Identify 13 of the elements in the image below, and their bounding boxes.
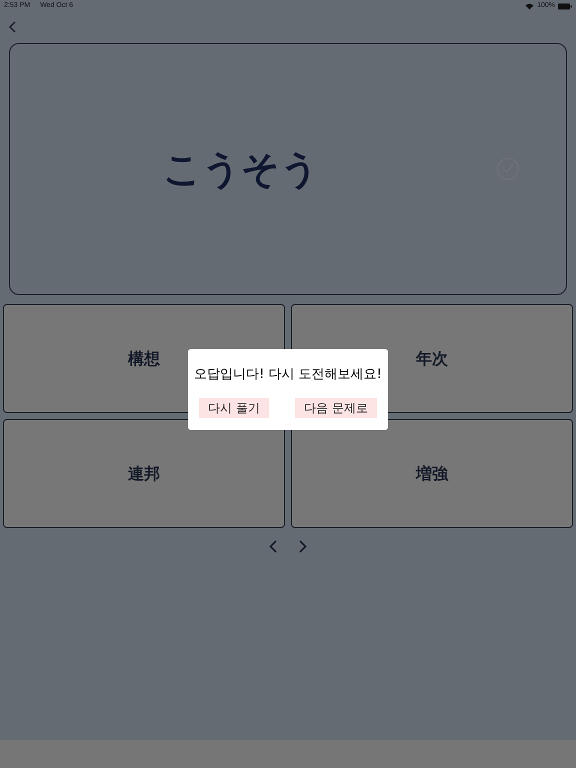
- right-chevron-icon: [299, 540, 307, 552]
- reading-text: こうそう: [163, 146, 319, 192]
- back-button[interactable]: [8, 20, 18, 34]
- left-chevron-icon: [269, 540, 277, 552]
- wifi-icon: [525, 2, 534, 10]
- choice-button[interactable]: 連邦: [3, 419, 285, 528]
- previous-button[interactable]: [267, 538, 279, 554]
- dialog-button[interactable]: 다시 풀기: [199, 398, 269, 418]
- next-button[interactable]: [297, 538, 309, 554]
- dialog-button[interactable]: 다음 문제로: [295, 398, 377, 418]
- battery-icon: [558, 2, 572, 10]
- back-chevron-icon: [8, 21, 16, 33]
- choice-button[interactable]: 増強: [291, 419, 573, 528]
